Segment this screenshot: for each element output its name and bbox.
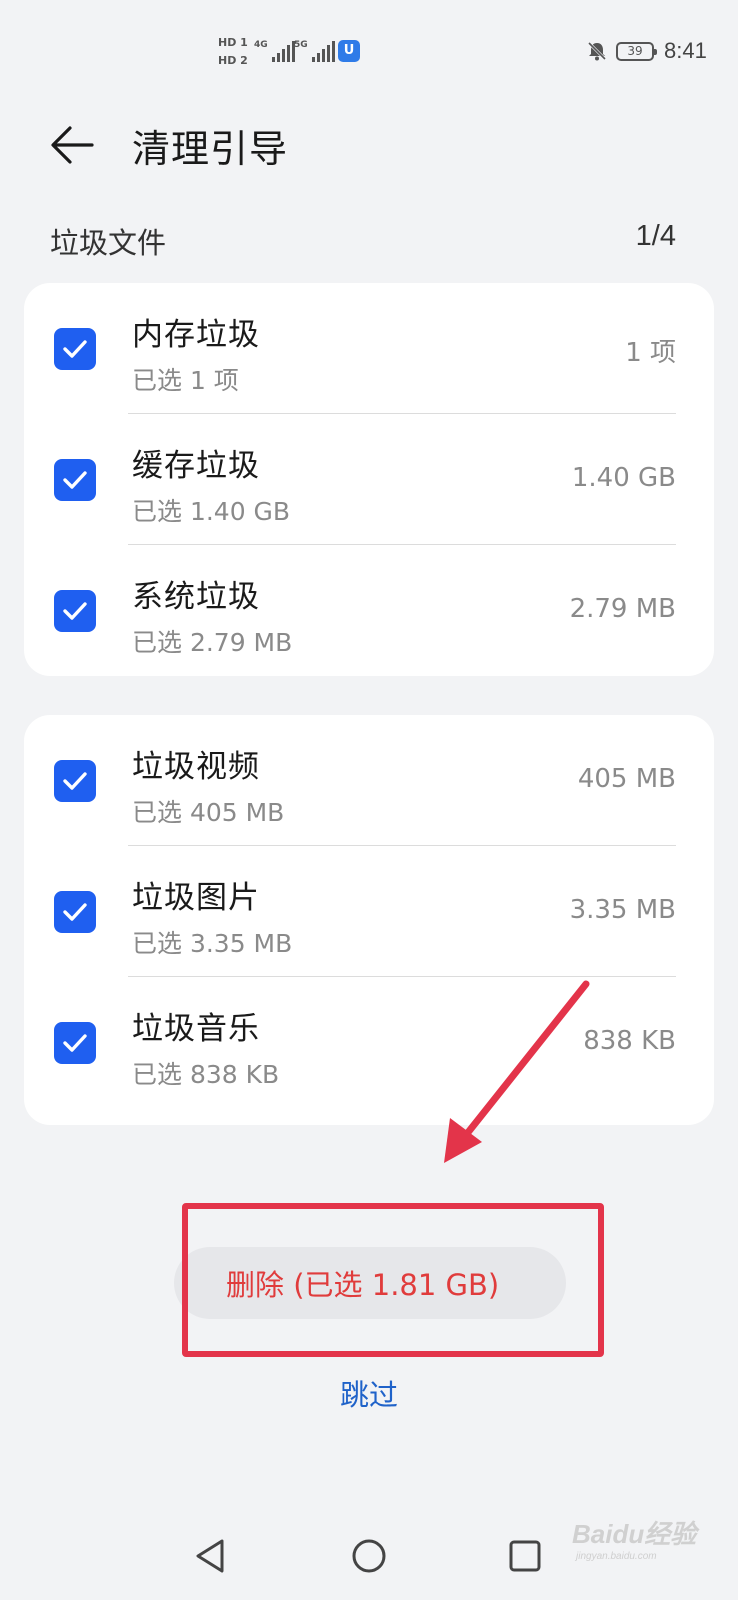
page-title: 清理引导 <box>132 127 289 171</box>
watermark-logo: Baidu经验 jingyan.baidu.com <box>572 1514 696 1562</box>
item-selected: 已选 2.79 MB <box>132 628 293 657</box>
checkbox[interactable] <box>54 759 96 802</box>
nav-back-icon[interactable] <box>194 1538 228 1574</box>
checkbox[interactable] <box>54 890 96 933</box>
step-counter: 1/4 <box>635 220 676 252</box>
junk-group-card: 内存垃圾 已选 1 项 1 项 缓存垃圾 已选 1.40 GB 1.40 GB … <box>24 283 714 676</box>
list-item[interactable]: 垃圾视频 已选 405 MB 405 MB <box>24 715 714 846</box>
item-size: 1 项 <box>625 337 676 368</box>
network-type-2: 5G <box>294 40 308 50</box>
item-name: 内存垃圾 <box>132 317 260 353</box>
checkbox[interactable] <box>54 589 96 632</box>
checkbox[interactable] <box>54 327 96 370</box>
hd-indicator: HD 1 HD 2 <box>218 34 248 70</box>
skip-button[interactable]: 跳过 <box>0 1372 738 1414</box>
item-selected: 已选 3.35 MB <box>132 929 293 958</box>
item-selected: 已选 405 MB <box>132 798 285 827</box>
check-icon <box>63 470 87 489</box>
bell-muted-icon <box>587 41 607 61</box>
status-bar: HD 1 HD 2 4G 5G U 39 8:41 <box>0 0 738 100</box>
annotation-highlight-box <box>182 1203 604 1357</box>
check-icon <box>63 771 87 790</box>
list-item[interactable]: 内存垃圾 已选 1 项 1 项 <box>24 283 714 414</box>
list-item[interactable]: 系统垃圾 已选 2.79 MB 2.79 MB <box>24 545 714 676</box>
item-selected: 已选 1 项 <box>132 366 239 395</box>
clock: 8:41 <box>664 38 707 63</box>
junk-media-card: 垃圾视频 已选 405 MB 405 MB 垃圾图片 已选 3.35 MB 3.… <box>24 715 714 1125</box>
hd2-label: HD 2 <box>218 54 248 67</box>
watermark-url: jingyan.baidu.com <box>576 1551 657 1562</box>
item-name: 缓存垃圾 <box>132 448 260 484</box>
item-name: 系统垃圾 <box>132 579 260 615</box>
item-name: 垃圾视频 <box>132 749 260 785</box>
checkbox[interactable] <box>54 458 96 501</box>
item-size: 3.35 MB <box>569 894 676 925</box>
signal-icon-1: 4G <box>254 40 295 62</box>
signal-icon-2: 5G <box>294 40 335 62</box>
check-icon <box>63 601 87 620</box>
check-icon <box>63 1033 87 1052</box>
network-type-1: 4G <box>254 40 268 50</box>
nav-home-icon[interactable] <box>351 1538 387 1574</box>
battery-icon: 39 <box>616 42 657 61</box>
watermark-brand: Baidu经验 <box>572 1519 697 1549</box>
section-label: 垃圾文件 <box>50 226 167 260</box>
item-size: 838 KB <box>583 1025 676 1056</box>
check-icon <box>63 339 87 358</box>
item-selected: 已选 838 KB <box>132 1060 280 1089</box>
checkbox[interactable] <box>54 1021 96 1064</box>
nav-recent-icon[interactable] <box>508 1539 542 1573</box>
check-icon <box>63 902 87 921</box>
item-selected: 已选 1.40 GB <box>132 497 291 526</box>
item-size: 1.40 GB <box>571 462 676 493</box>
hd1-label: HD 1 <box>218 36 248 49</box>
item-name: 垃圾音乐 <box>132 1011 260 1047</box>
list-item[interactable]: 缓存垃圾 已选 1.40 GB 1.40 GB <box>24 414 714 545</box>
arrow-left-icon[interactable] <box>48 120 98 170</box>
list-item[interactable]: 垃圾音乐 已选 838 KB 838 KB <box>24 977 714 1108</box>
item-size: 2.79 MB <box>569 593 676 624</box>
list-item[interactable]: 垃圾图片 已选 3.35 MB 3.35 MB <box>24 846 714 977</box>
item-name: 垃圾图片 <box>132 880 260 916</box>
app-notification-icon: U <box>338 40 360 62</box>
item-size: 405 MB <box>577 763 676 794</box>
